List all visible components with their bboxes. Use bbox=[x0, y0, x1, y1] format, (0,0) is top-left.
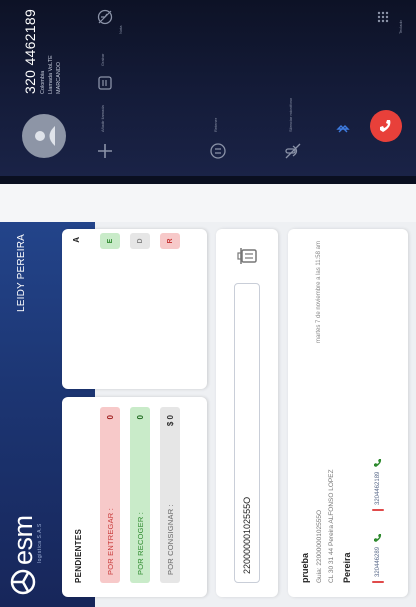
person-icon bbox=[35, 126, 55, 146]
phone-status-bar bbox=[372, 581, 384, 583]
pending-pickup-value: 0 bbox=[135, 415, 145, 420]
keypad-button[interactable] bbox=[370, 4, 396, 30]
order-name: prueba bbox=[300, 552, 310, 583]
mic-off-icon bbox=[285, 143, 301, 159]
hold-button[interactable] bbox=[205, 138, 231, 164]
pending-deliver-value: 0 bbox=[105, 415, 115, 420]
hangup-button[interactable] bbox=[370, 110, 402, 142]
call-overlay: 320 4462189 Colombia Llamada VoLTE MARCA… bbox=[0, 0, 416, 184]
pending-deliver-row[interactable]: POR ENTREGAR : 0 bbox=[100, 407, 120, 583]
mute-label: Silenciar micrófono bbox=[288, 97, 293, 132]
keypad-label: Teclado bbox=[398, 20, 403, 34]
pending-deliver-label: POR ENTREGAR : bbox=[105, 508, 115, 575]
brand-subtitle: logistica S.A.S bbox=[37, 523, 43, 563]
note-label: Nota bbox=[118, 25, 123, 34]
pending-card: PENDIENTES POR ENTREGAR : 0 POR RECOGER … bbox=[62, 397, 207, 597]
rotated-screen: esm logistica S.A.S LEIDY PEREIRA PENDIE… bbox=[0, 0, 416, 607]
summary-chip-rejected[interactable]: R bbox=[160, 233, 180, 249]
contact-avatar bbox=[22, 114, 66, 158]
order-phone-2[interactable]: 3204462189 bbox=[372, 458, 384, 511]
screen-divider bbox=[0, 184, 416, 222]
esm-logo-icon bbox=[10, 569, 36, 595]
guide-search-card bbox=[216, 229, 278, 597]
hold-label: Retener bbox=[213, 117, 218, 132]
guide-search-input[interactable] bbox=[234, 283, 260, 583]
pending-consign-label: POR CONSIGNAR : bbox=[165, 504, 175, 575]
call-type: Llamada VoLTE bbox=[48, 55, 54, 94]
clock-off-icon bbox=[97, 9, 113, 25]
phone-hangup-icon bbox=[380, 120, 391, 132]
brand-logo: esm bbox=[8, 515, 38, 595]
phone-icon bbox=[374, 533, 382, 542]
add-call-label: Añadir llamada bbox=[100, 105, 105, 132]
user-name[interactable]: LEIDY PEREIRA bbox=[16, 234, 27, 312]
note-icon bbox=[98, 76, 112, 90]
call-country: Colombia bbox=[40, 70, 46, 94]
pending-pickup-label: POR RECOGER : bbox=[135, 511, 145, 575]
order-timestamp: martes 7 de noviembre a las 11:58 am bbox=[316, 241, 322, 343]
mute-button[interactable] bbox=[280, 138, 306, 164]
phone-icon bbox=[374, 458, 382, 467]
record-label: Grabar bbox=[100, 53, 105, 66]
app-screen: esm logistica S.A.S LEIDY PEREIRA PENDIE… bbox=[0, 222, 416, 607]
bluetooth-icon bbox=[336, 125, 350, 133]
summary-heading: A bbox=[72, 237, 81, 243]
summary-chip-returned[interactable]: D bbox=[130, 233, 150, 249]
note-button[interactable] bbox=[92, 4, 118, 30]
plus-icon bbox=[98, 144, 112, 158]
pending-consign-value: $ 0 bbox=[165, 415, 175, 427]
phone-status-bar bbox=[372, 509, 384, 511]
order-phone-2-number: 3204462189 bbox=[375, 471, 381, 505]
record-button[interactable] bbox=[92, 70, 118, 96]
pending-consign-row[interactable]: POR CONSIGNAR : $ 0 bbox=[160, 407, 180, 583]
brand-name: esm bbox=[8, 515, 38, 565]
order-card[interactable]: prueba Guia: 22000000102555O CL 30 31 44… bbox=[288, 229, 408, 597]
pause-icon bbox=[210, 143, 226, 159]
summary-card: A E D R bbox=[62, 229, 207, 389]
bluetooth-button[interactable] bbox=[330, 116, 356, 142]
order-address: CL 30 31 44 Pereira ALFONSO LOPEZ bbox=[328, 469, 335, 583]
add-call-button[interactable] bbox=[92, 138, 118, 164]
call-status: MARCANDO bbox=[56, 61, 62, 94]
pending-pickup-row[interactable]: POR RECOGER : 0 bbox=[130, 407, 150, 583]
order-guide: Guia: 22000000102555O bbox=[316, 509, 323, 583]
order-phone-1[interactable]: 320446289 bbox=[372, 533, 384, 583]
order-city: Pereira bbox=[342, 552, 352, 583]
keypad-icon bbox=[377, 11, 389, 23]
summary-chip-delivered[interactable]: E bbox=[100, 233, 120, 249]
pending-title: PENDIENTES bbox=[74, 528, 83, 583]
order-phone-1-number: 320446289 bbox=[375, 546, 381, 577]
call-number: 320 4462189 bbox=[22, 8, 38, 94]
trash-icon[interactable] bbox=[236, 245, 258, 267]
